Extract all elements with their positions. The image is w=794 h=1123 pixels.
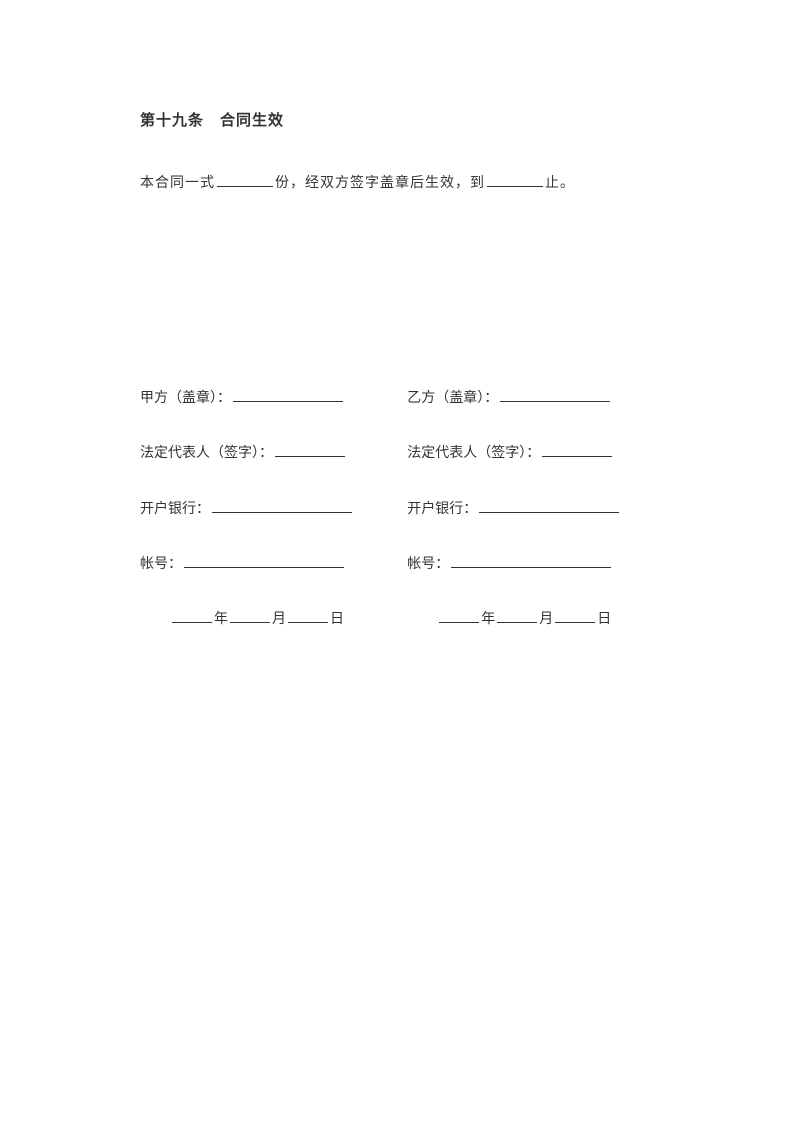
party-a-rep-label: 法定代表人（签字）： bbox=[140, 446, 273, 461]
body-text-1: 本合同一式 bbox=[140, 176, 215, 191]
party-b-account-row: 帐号： bbox=[407, 552, 654, 577]
party-a-rep-row: 法定代表人（签字）： bbox=[140, 441, 387, 466]
body-text-3: 止。 bbox=[545, 176, 575, 191]
party-b-rep-blank[interactable] bbox=[542, 443, 612, 457]
party-a-month-blank[interactable] bbox=[230, 609, 270, 623]
article-body: 本合同一式 份，经双方签字盖章后生效，到 止。 bbox=[140, 171, 654, 196]
party-a-account-label: 帐号： bbox=[140, 557, 182, 572]
party-a-seal-label: 甲方（盖章）： bbox=[140, 391, 231, 406]
blank-copies[interactable] bbox=[217, 173, 273, 187]
party-a-day-blank[interactable] bbox=[288, 609, 328, 623]
party-b-account-label: 帐号： bbox=[407, 557, 449, 572]
party-b-day-label: 日 bbox=[597, 612, 611, 627]
party-b-year-blank[interactable] bbox=[439, 609, 479, 623]
party-a-bank-label: 开户银行： bbox=[140, 502, 210, 517]
party-a-month-label: 月 bbox=[272, 612, 286, 627]
party-b-day-blank[interactable] bbox=[555, 609, 595, 623]
party-b-rep-label: 法定代表人（签字）： bbox=[407, 446, 540, 461]
party-b-seal-row: 乙方（盖章）： bbox=[407, 386, 654, 411]
party-b-account-blank[interactable] bbox=[451, 554, 611, 568]
party-b-month-label: 月 bbox=[539, 612, 553, 627]
party-a-rep-blank[interactable] bbox=[275, 443, 345, 457]
article-heading: 第十九条 合同生效 bbox=[140, 108, 654, 135]
party-a-bank-blank[interactable] bbox=[212, 499, 352, 513]
party-a-year-blank[interactable] bbox=[172, 609, 212, 623]
party-b-bank-label: 开户银行： bbox=[407, 502, 477, 517]
party-b-month-blank[interactable] bbox=[497, 609, 537, 623]
party-a-bank-row: 开户银行： bbox=[140, 497, 387, 522]
signature-block: 甲方（盖章）： 法定代表人（签字）： 开户银行： 帐号： 年 月 日 乙方（盖章）：… bbox=[140, 386, 654, 632]
party-b-column: 乙方（盖章）： 法定代表人（签字）： 开户银行： 帐号： 年 月 日 bbox=[407, 386, 654, 632]
party-b-seal-blank[interactable] bbox=[500, 388, 610, 402]
party-b-year-label: 年 bbox=[481, 612, 495, 627]
party-b-bank-row: 开户银行： bbox=[407, 497, 654, 522]
party-b-date-row: 年月日 bbox=[407, 607, 654, 632]
party-a-account-row: 帐号： bbox=[140, 552, 387, 577]
party-a-date-row: 年月日 bbox=[140, 607, 387, 632]
blank-end-date[interactable] bbox=[487, 173, 543, 187]
party-a-day-label: 日 bbox=[330, 612, 344, 627]
party-a-year-label: 年 bbox=[214, 612, 228, 627]
party-a-column: 甲方（盖章）： 法定代表人（签字）： 开户银行： 帐号： 年 月 日 bbox=[140, 386, 387, 632]
body-text-2: 份，经双方签字盖章后生效，到 bbox=[275, 176, 485, 191]
party-a-seal-blank[interactable] bbox=[233, 388, 343, 402]
party-b-bank-blank[interactable] bbox=[479, 499, 619, 513]
party-b-seal-label: 乙方（盖章）： bbox=[407, 391, 498, 406]
party-a-seal-row: 甲方（盖章）： bbox=[140, 386, 387, 411]
party-b-rep-row: 法定代表人（签字）： bbox=[407, 441, 654, 466]
party-a-account-blank[interactable] bbox=[184, 554, 344, 568]
